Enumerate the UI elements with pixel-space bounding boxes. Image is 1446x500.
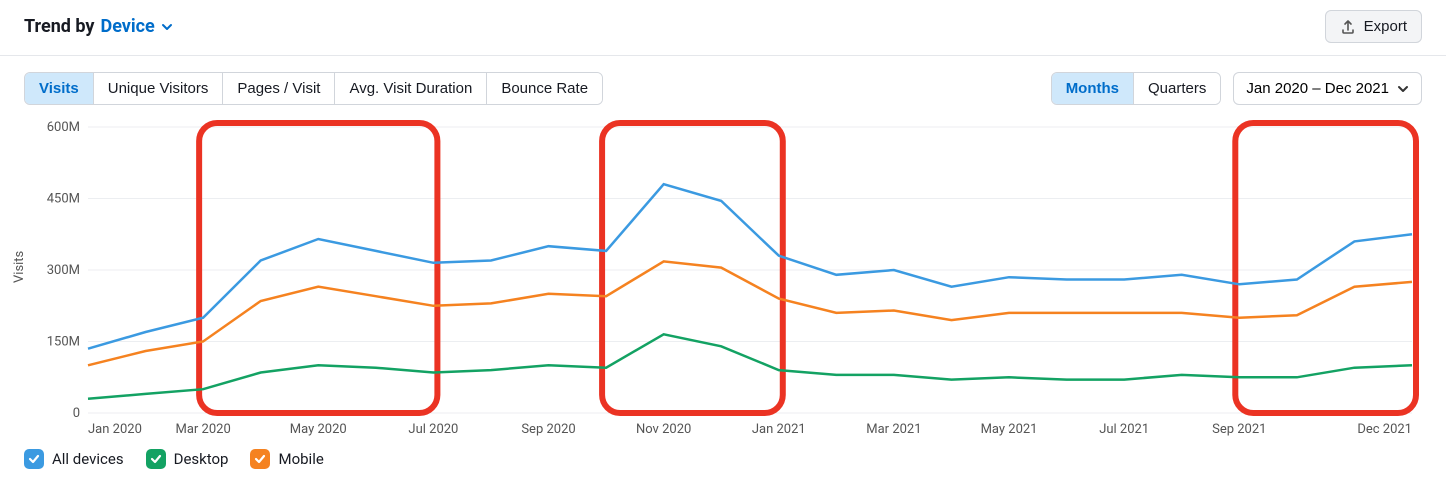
svg-text:Mar 2020: Mar 2020 [175, 422, 230, 437]
page-title-prefix: Trend by [24, 16, 95, 37]
svg-text:Dec 2021: Dec 2021 [1357, 422, 1412, 437]
svg-text:May 2020: May 2020 [290, 422, 347, 437]
legend-label: Desktop [174, 450, 229, 468]
chevron-down-icon [1397, 83, 1409, 95]
svg-text:Jan 2020: Jan 2020 [88, 422, 142, 437]
chevron-down-icon [161, 21, 173, 33]
svg-text:0: 0 [73, 406, 80, 421]
tab-visits[interactable]: Visits [25, 73, 94, 104]
svg-text:Jul 2020: Jul 2020 [408, 422, 458, 437]
y-axis-label: Visits [12, 251, 27, 283]
granularity-quarters[interactable]: Quarters [1134, 73, 1220, 104]
export-label: Export [1364, 18, 1407, 35]
svg-text:May 2021: May 2021 [981, 422, 1038, 437]
svg-text:600M: 600M [47, 120, 80, 135]
tab-bounce-rate[interactable]: Bounce Rate [487, 73, 602, 104]
trend-by-label: Device [101, 16, 155, 37]
svg-text:Sep 2021: Sep 2021 [1212, 422, 1266, 437]
export-button[interactable]: Export [1325, 10, 1422, 43]
upload-icon [1340, 19, 1356, 35]
svg-text:300M: 300M [47, 263, 80, 278]
svg-text:450M: 450M [47, 192, 80, 207]
date-range-label: Jan 2020 – Dec 2021 [1246, 80, 1389, 97]
checkbox-icon [250, 449, 270, 469]
svg-text:Sep 2020: Sep 2020 [521, 422, 575, 437]
metric-tabs: Visits Unique Visitors Pages / Visit Avg… [24, 72, 603, 105]
date-range-picker[interactable]: Jan 2020 – Dec 2021 [1233, 72, 1422, 105]
legend-item-mobile[interactable]: Mobile [250, 449, 323, 469]
checkbox-icon [146, 449, 166, 469]
granularity-tabs: Months Quarters [1051, 72, 1222, 105]
trend-by-dropdown[interactable]: Device [101, 16, 173, 37]
tab-unique-visitors[interactable]: Unique Visitors [94, 73, 224, 104]
granularity-months[interactable]: Months [1052, 73, 1134, 104]
legend-item-desktop[interactable]: Desktop [146, 449, 229, 469]
svg-text:Jan 2021: Jan 2021 [752, 422, 806, 437]
legend: All devices Desktop Mobile [0, 443, 1446, 475]
svg-text:Jul 2021: Jul 2021 [1099, 422, 1149, 437]
svg-text:150M: 150M [47, 335, 80, 350]
legend-label: Mobile [278, 450, 323, 468]
legend-item-all-devices[interactable]: All devices [24, 449, 124, 469]
tab-pages-per-visit[interactable]: Pages / Visit [223, 73, 335, 104]
chart: 0 150M 300M 450M 600M Jan 2020 Mar 2020 May 202… [24, 113, 1422, 443]
svg-text:Nov 2020: Nov 2020 [636, 422, 691, 437]
svg-text:Mar 2021: Mar 2021 [866, 422, 921, 437]
legend-label: All devices [52, 450, 124, 468]
tab-avg-visit-duration[interactable]: Avg. Visit Duration [335, 73, 487, 104]
checkbox-icon [24, 449, 44, 469]
